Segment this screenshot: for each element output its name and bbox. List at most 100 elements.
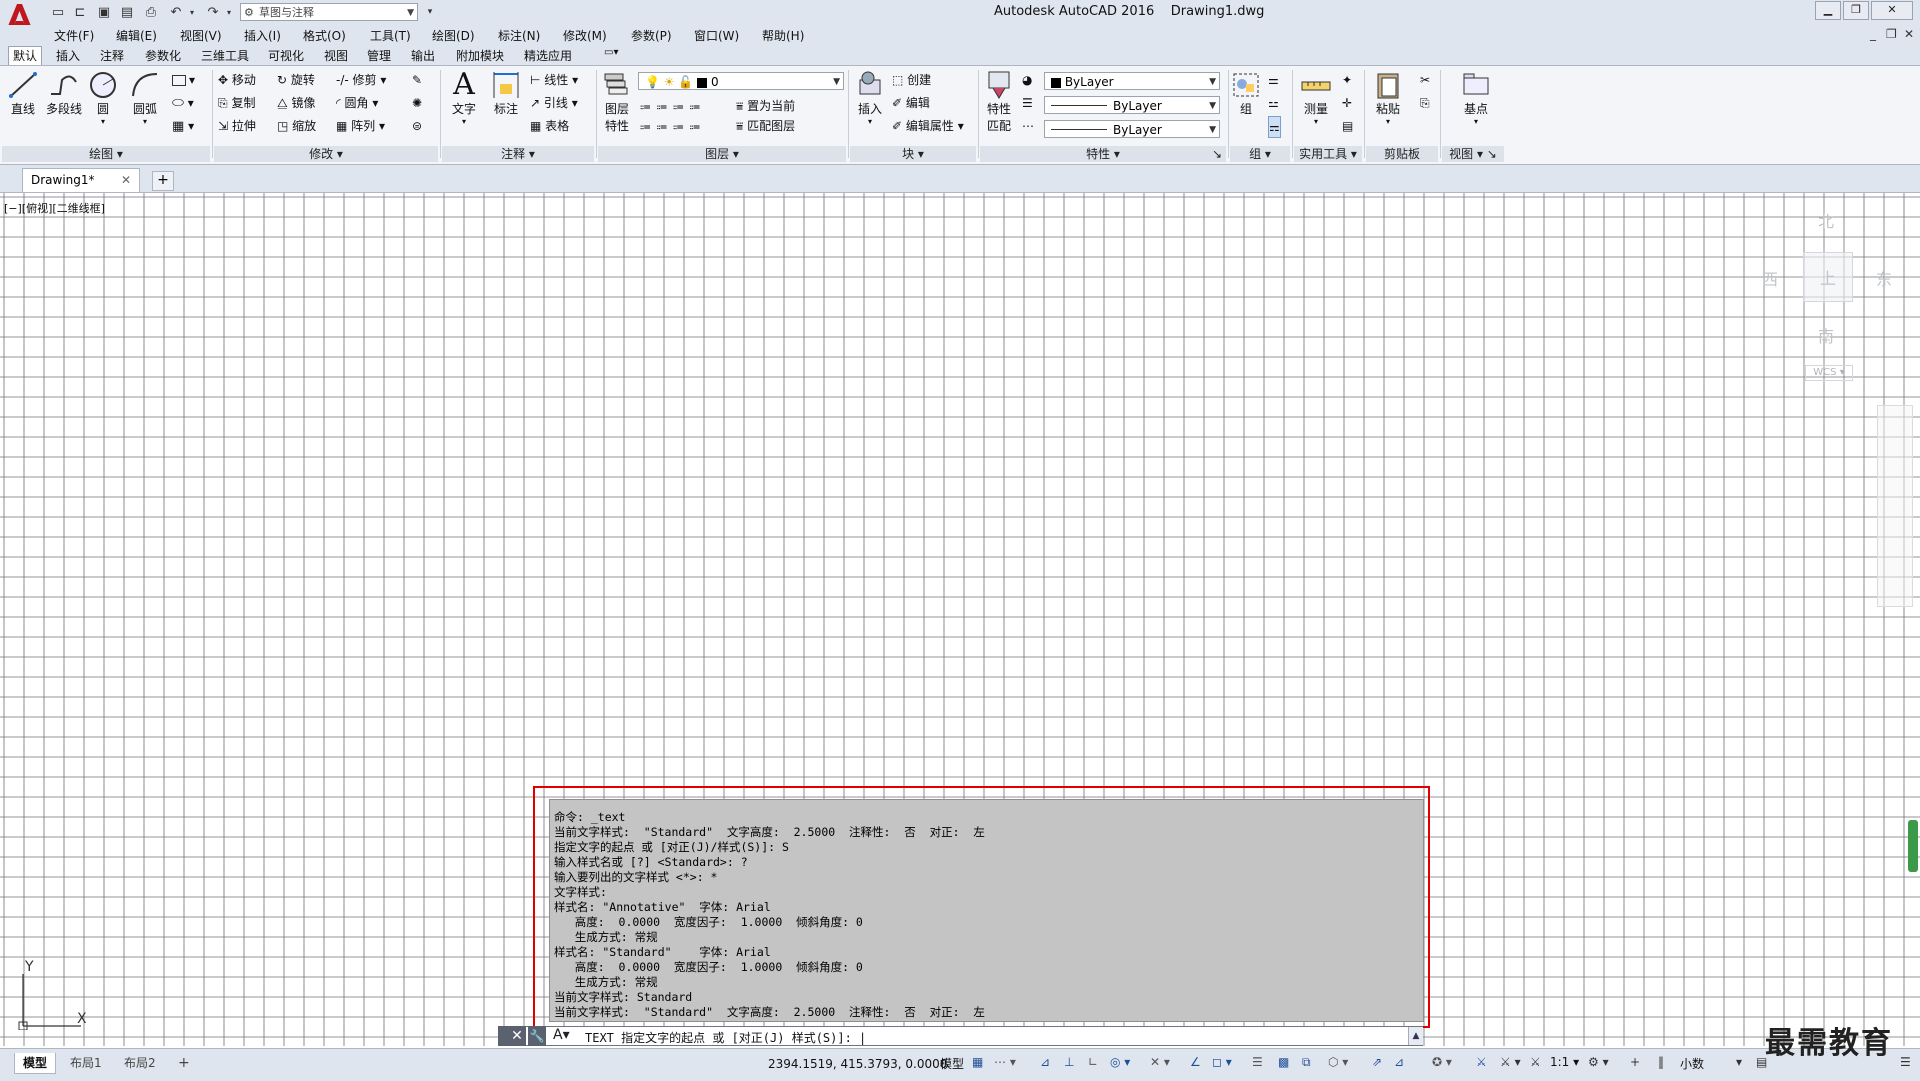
explode-button[interactable]: ✺ (412, 93, 422, 113)
viewcube-west[interactable]: 西 (1762, 266, 1778, 290)
panel-title-groups[interactable]: 组 ▾ (1230, 146, 1290, 162)
menu-format[interactable]: 格式(O) (303, 27, 346, 44)
layer-tools-row1[interactable]: ⩴⩴⩴⩴ (640, 96, 706, 116)
match-layer-button[interactable]: ⩸ 匹配图层 (736, 116, 795, 136)
point-icon[interactable]: ✛ (1342, 93, 1352, 113)
layer-tools-row2[interactable]: ⩴⩴⩴⩴ (640, 116, 706, 136)
infer-constraints-icon[interactable]: ⊿ (1040, 1055, 1050, 1069)
wcs-menu[interactable]: WCS ▾ (1805, 365, 1853, 381)
panel-title-utilities[interactable]: 实用工具 ▾ (1294, 146, 1362, 162)
restore-button[interactable]: ❐ (1843, 1, 1869, 20)
navbar-scrollbar[interactable] (1908, 820, 1918, 872)
minimize-button[interactable]: ▁ (1815, 1, 1841, 20)
insert-block-button[interactable]: 插入 ▾ (852, 70, 888, 126)
transparency-icon[interactable]: ▩ (1278, 1055, 1289, 1069)
mirror-button[interactable]: ⧋ 镜像 (277, 93, 316, 113)
lineweight-selector[interactable]: ByLayer ▼ (1044, 96, 1220, 114)
new-tab-button[interactable]: + (152, 171, 174, 191)
menu-view[interactable]: 视图(V) (180, 27, 222, 44)
tab-featured-apps[interactable]: 精选应用 (520, 47, 576, 64)
linetype-icon[interactable]: ⋯ (1022, 116, 1034, 136)
annotation-scale-value[interactable]: 1:1 ▾ (1550, 1055, 1579, 1069)
close-icon[interactable]: ✕ (508, 1026, 526, 1046)
set-current-layer-button[interactable]: ⩸ 置为当前 (736, 96, 795, 116)
panel-title-annotation[interactable]: 注释 ▾ (442, 146, 594, 162)
menu-insert[interactable]: 插入(I) (244, 27, 281, 44)
tab-3d-tools[interactable]: 三维工具 (197, 47, 253, 64)
menu-help[interactable]: 帮助(H) (762, 27, 804, 44)
panel-title-modify[interactable]: 修改 ▾ (214, 146, 438, 162)
panel-title-block[interactable]: 块 ▾ (850, 146, 976, 162)
tab-visualize[interactable]: 可视化 (264, 47, 308, 64)
tab-insert[interactable]: 插入 (52, 47, 84, 64)
table-button[interactable]: ▦ 表格 (530, 116, 569, 136)
edit-attribute-button[interactable]: ✐ 编辑属性 ▾ (892, 116, 964, 136)
polar-tracking-icon[interactable]: ◎ ▾ (1110, 1055, 1130, 1069)
units-selector[interactable]: 小数 (1680, 1055, 1704, 1072)
new-file-icon[interactable]: ▭ (48, 3, 68, 21)
redo-dropdown-icon[interactable]: ▾ (219, 3, 239, 21)
lineweight-display-icon[interactable]: ☰ (1252, 1055, 1263, 1069)
menu-tools[interactable]: 工具(T) (370, 27, 411, 44)
rectangle-button[interactable]: ▾ (172, 70, 195, 90)
group-button[interactable]: 组 (1230, 70, 1262, 117)
tab-output[interactable]: 输出 (407, 47, 439, 64)
linetype-selector[interactable]: ByLayer ▼ (1044, 120, 1220, 138)
menu-dimension[interactable]: 标注(N) (498, 27, 540, 44)
menu-edit[interactable]: 编辑(E) (116, 27, 157, 44)
paste-button[interactable]: 粘贴 ▾ (1370, 70, 1406, 126)
group-edit-icon[interactable]: ⚍ (1268, 93, 1279, 113)
command-history-toggle[interactable]: ▲ (1408, 1027, 1423, 1045)
tab-parametric[interactable]: 参数化 (141, 47, 185, 64)
units-dropdown-icon[interactable]: ▾ (1736, 1055, 1742, 1069)
dimension-button[interactable]: 标注 (488, 70, 524, 117)
calculator-icon[interactable]: ▤ (1342, 116, 1353, 136)
create-block-button[interactable]: ⬚ 创建 (892, 70, 931, 90)
selection-filter-icon[interactable]: ⊿ (1394, 1055, 1404, 1069)
panel-title-properties[interactable]: 特性 ▾ ↘ (980, 146, 1226, 162)
panel-title-clipboard[interactable]: 剪贴板 (1366, 146, 1438, 162)
command-text-icon[interactable]: A▾ (553, 1027, 570, 1043)
doc-restore-icon[interactable]: ❐ (1886, 27, 1897, 41)
doc-close-icon[interactable]: ✕ (1904, 27, 1914, 41)
layer-selector[interactable]: 💡 ☀ 🔓 0 ▼ (638, 72, 844, 90)
add-layout-icon[interactable]: + (170, 1053, 198, 1073)
menu-window[interactable]: 窗口(W) (694, 27, 739, 44)
tab-annotate[interactable]: 注释 (96, 47, 128, 64)
match-properties-button[interactable]: 特性 匹配 (982, 70, 1016, 134)
ribbon-minimize-icon[interactable]: ▭▾ (600, 47, 622, 58)
panel-title-layers[interactable]: 图层 ▾ (598, 146, 846, 162)
doc-tab-drawing1[interactable]: Drawing1* ✕ (22, 168, 140, 192)
command-prompt[interactable]: TEXT 指定文字的起点 或 [对正(J) 样式(S)]: | (585, 1029, 866, 1046)
save-icon[interactable]: ▣ (94, 3, 114, 21)
cut-icon[interactable]: ✂ (1420, 70, 1430, 90)
customize-toolbar-icon[interactable]: ▾ (420, 3, 440, 21)
customize-status-icon[interactable]: ☰ (1900, 1055, 1911, 1069)
erase-button[interactable]: ✎ (412, 70, 422, 90)
trim-button[interactable]: -/- 修剪 ▾ (336, 70, 386, 90)
panel-title-view[interactable]: 视图 ▾ ↘ (1442, 146, 1504, 162)
line-button[interactable]: 直线 (4, 70, 42, 117)
arc-button[interactable]: 圆弧 ▾ (126, 70, 164, 126)
ortho-icon[interactable]: ∟ (1088, 1055, 1098, 1069)
print-icon[interactable]: ⎙ (141, 3, 161, 21)
edit-block-button[interactable]: ✐ 编辑 (892, 93, 930, 113)
quick-select-icon[interactable]: ✦ (1342, 70, 1352, 90)
layout-tab-1[interactable]: 布局1 (62, 1053, 110, 1073)
group-select-toggle[interactable]: ⚎ (1268, 116, 1281, 138)
save-as-icon[interactable]: ▤ (117, 3, 137, 21)
model-space-toggle[interactable]: 模型 (940, 1055, 964, 1072)
layout-tab-2[interactable]: 布局2 (116, 1053, 164, 1073)
auto-scale-icon[interactable]: ⚔ ▾ (1500, 1055, 1521, 1069)
close-icon[interactable]: ✕ (121, 169, 131, 191)
isodraft-icon[interactable]: ✕ ▾ (1150, 1055, 1170, 1069)
tab-view[interactable]: 视图 (320, 47, 352, 64)
annotation-monitor-icon[interactable]: + (1630, 1055, 1640, 1069)
stretch-button[interactable]: ⇲ 拉伸 (218, 116, 256, 136)
menu-draw[interactable]: 绘图(D) (432, 27, 475, 44)
layer-properties-button[interactable]: 图层 特性 (600, 70, 634, 134)
color-selector[interactable]: ByLayer ▼ (1044, 72, 1220, 90)
workspace-switch-icon[interactable]: ⚙ ▾ (1588, 1055, 1609, 1069)
object-snap-icon[interactable]: ◻ ▾ (1212, 1055, 1232, 1069)
array-button[interactable]: ▦ 阵列 ▾ (336, 116, 385, 136)
